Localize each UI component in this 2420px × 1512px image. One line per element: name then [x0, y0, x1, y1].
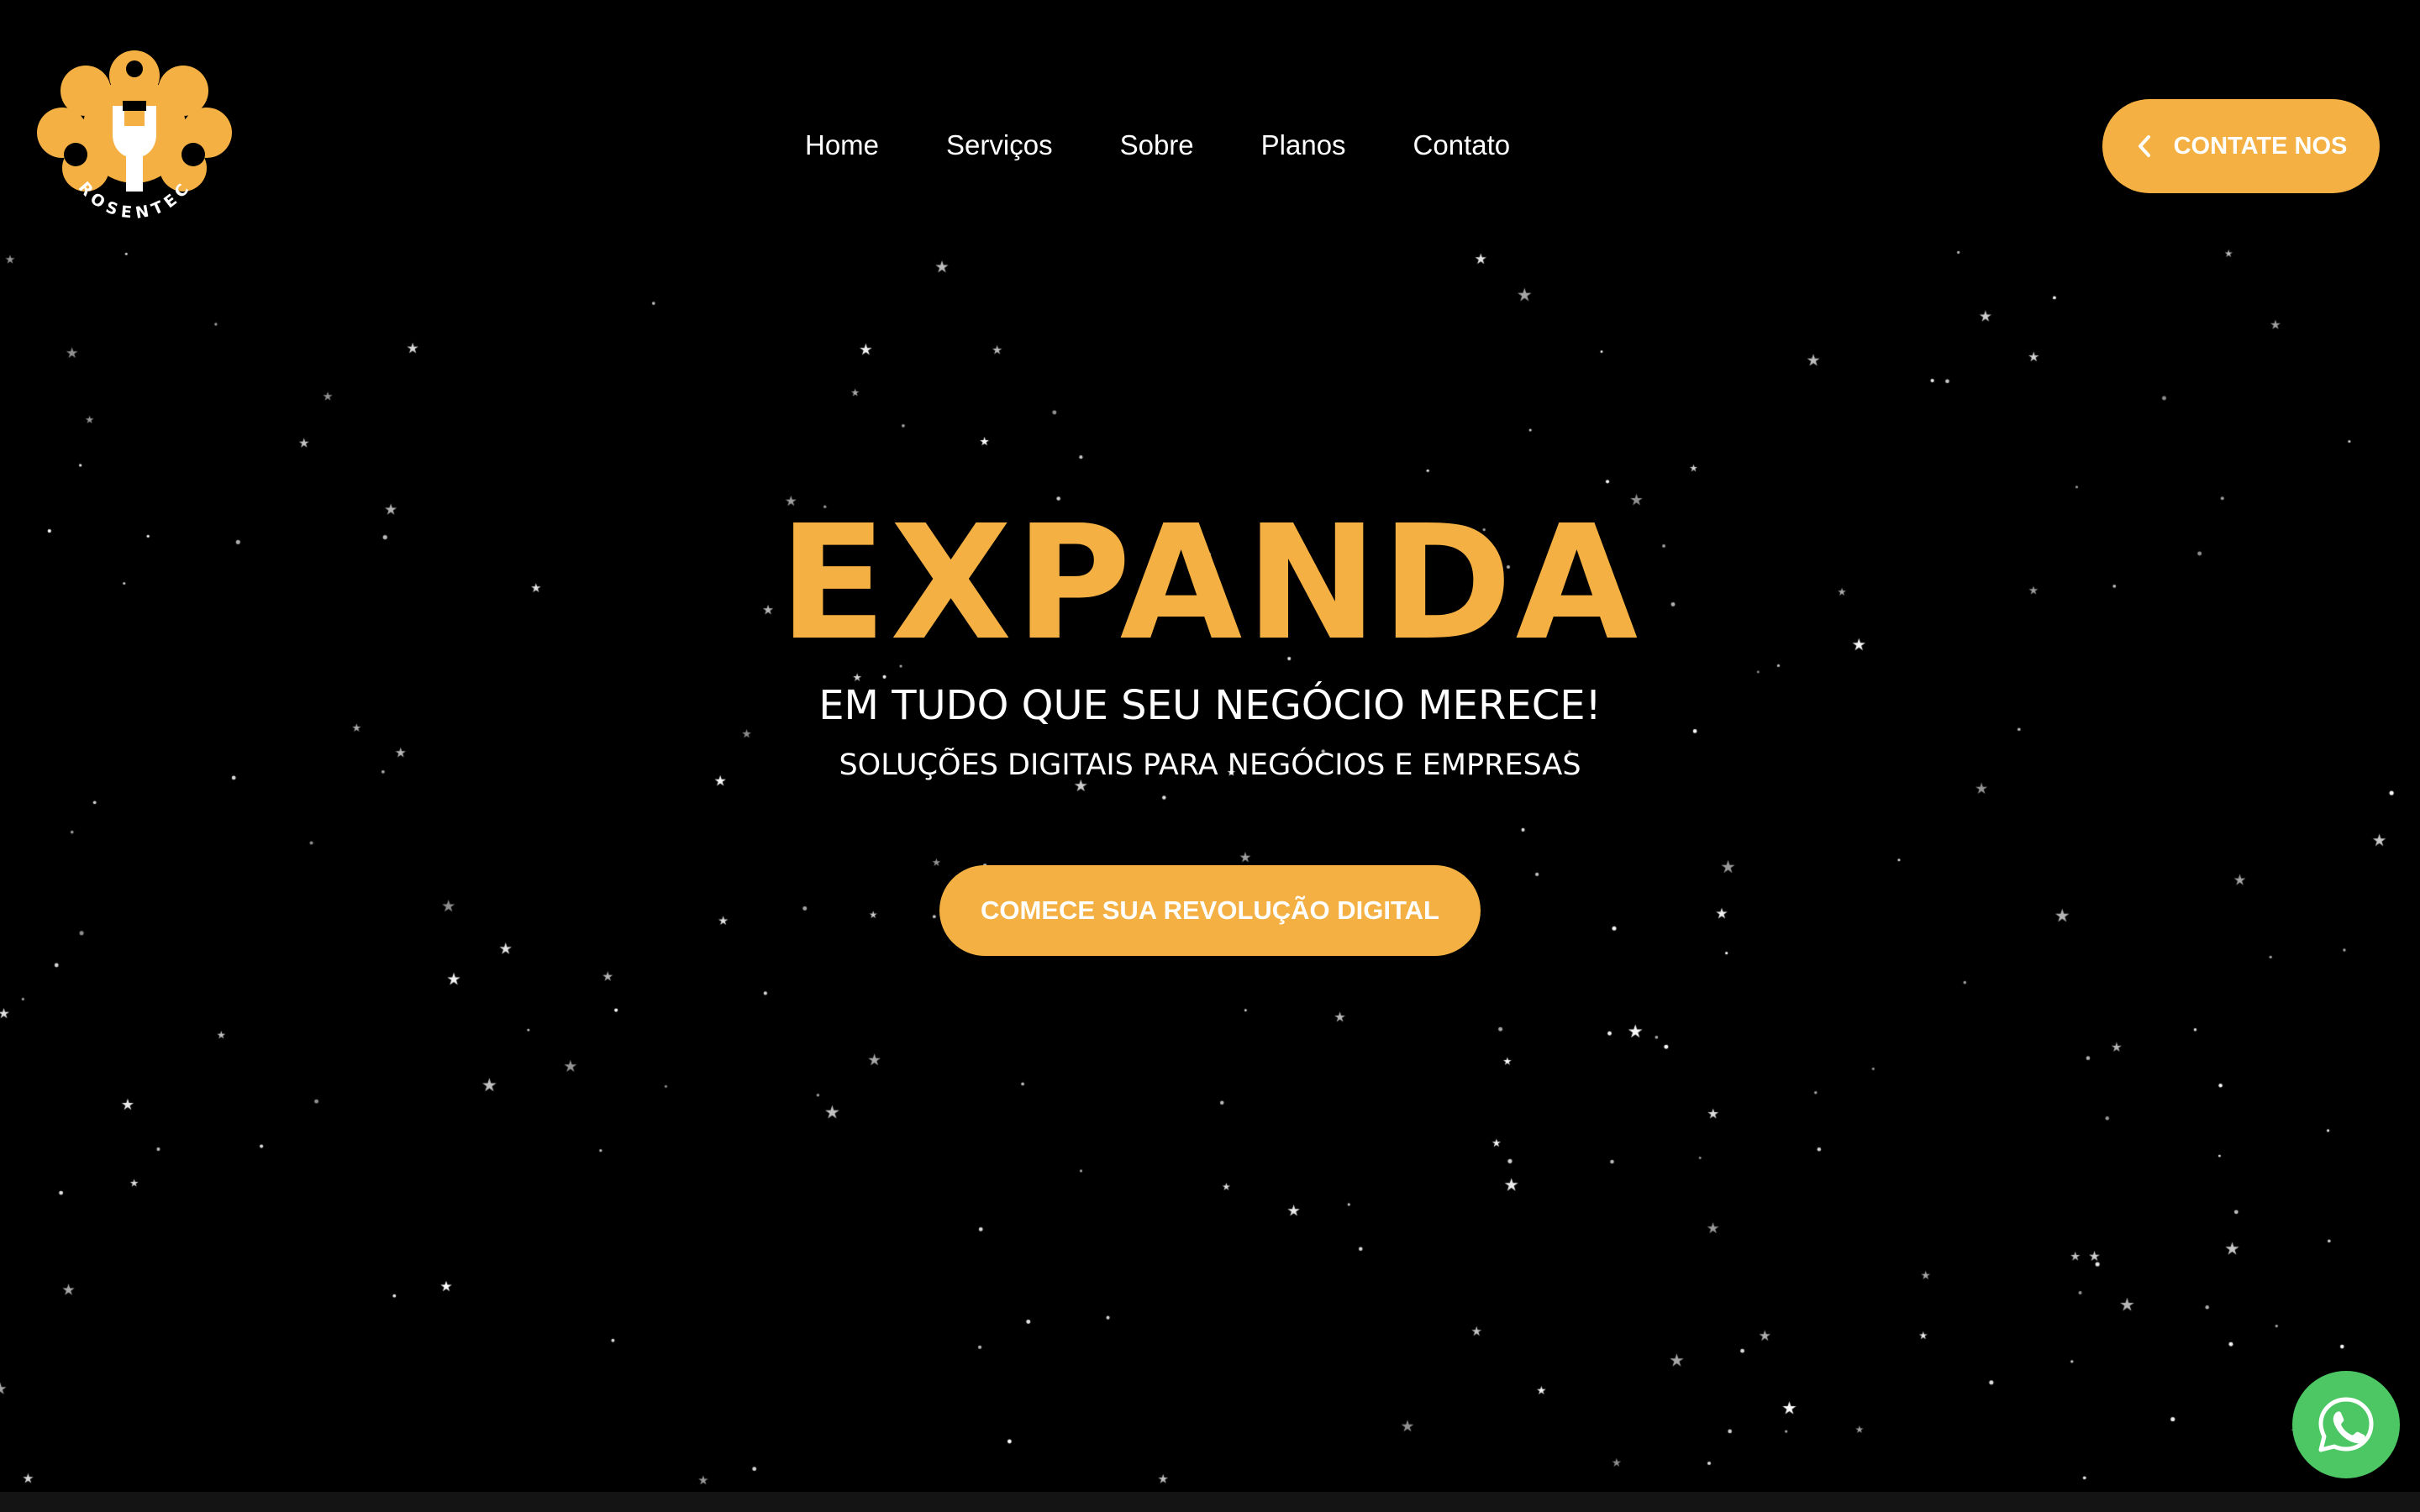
nav-item-servicos[interactable]: Serviços: [946, 129, 1053, 161]
main-nav: Home Serviços Sobre Planos Contato: [805, 126, 1510, 165]
rosentech-logo[interactable]: ROSENTECH: [28, 36, 232, 245]
hero-title: EXPANDA: [778, 491, 1642, 675]
start-revolution-label: COMECE SUA REVOLUÇÃO DIGITAL: [981, 895, 1439, 925]
start-revolution-button[interactable]: COMECE SUA REVOLUÇÃO DIGITAL: [939, 865, 1481, 956]
chevron-left-icon: [2138, 135, 2150, 157]
hero-tagline: SOLUÇÕES DIGITAIS PARA NEGÓCIOS E EMPRES…: [839, 748, 1581, 782]
contact-us-button[interactable]: CONTATE NOS: [2102, 99, 2380, 193]
nav-item-home[interactable]: Home: [805, 129, 879, 161]
nav-item-planos[interactable]: Planos: [1261, 129, 1346, 161]
contact-us-label: CONTATE NOS: [2173, 132, 2348, 160]
whatsapp-button[interactable]: [2292, 1371, 2400, 1478]
nav-item-contato[interactable]: Contato: [1413, 129, 1511, 161]
whatsapp-icon: [2318, 1397, 2374, 1452]
hero-subtitle: EM TUDO QUE SEU NEGÓCIO MERECE!: [818, 682, 1602, 729]
nav-item-sobre[interactable]: Sobre: [1120, 129, 1194, 161]
bottom-strip: [0, 1492, 2420, 1512]
logo-emblem-icon: ROSENTECH: [28, 36, 232, 223]
hero-section: EXPANDA EM TUDO QUE SEU NEGÓCIO MERECE! …: [0, 496, 2420, 785]
site-header: ROSENTECH Home Serviços Sobre Planos Con…: [0, 0, 2420, 252]
